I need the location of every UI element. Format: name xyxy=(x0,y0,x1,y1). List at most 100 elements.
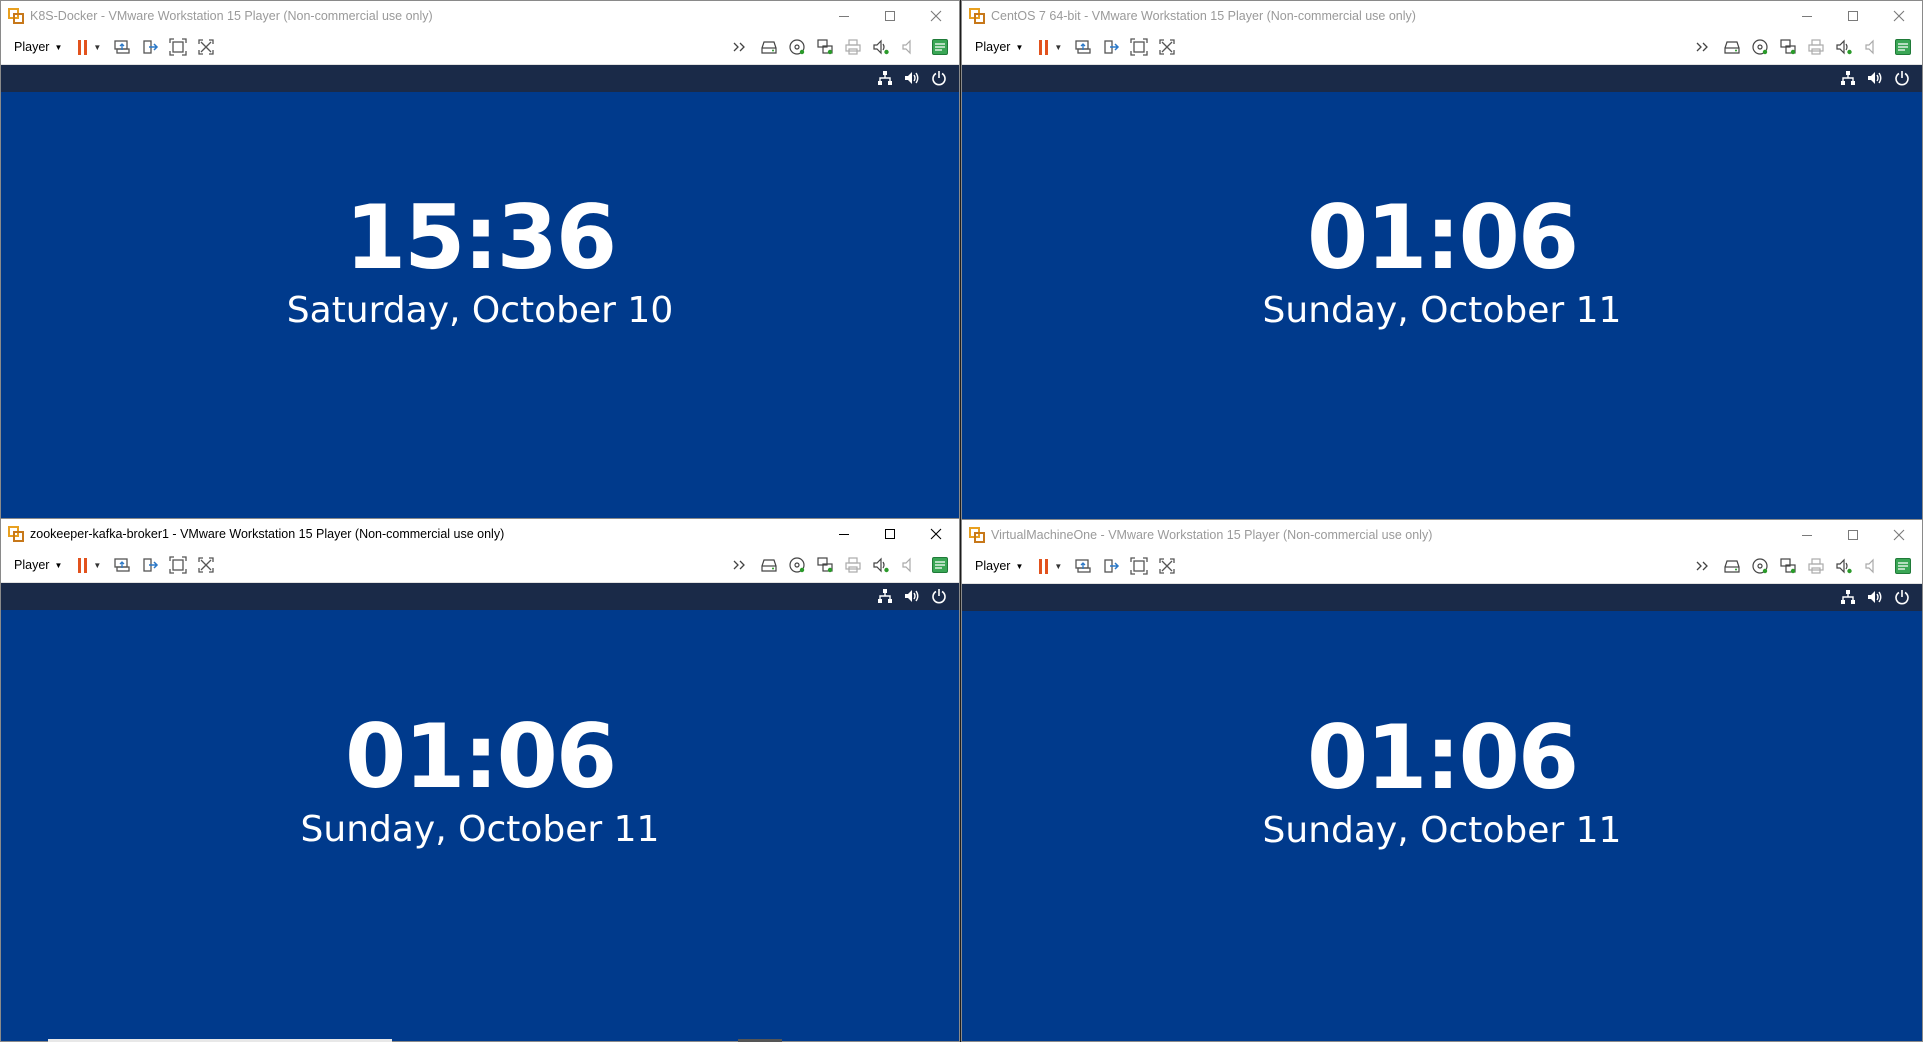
power-icon[interactable] xyxy=(1894,589,1910,605)
cd-dvd-icon xyxy=(789,39,805,55)
maximize-button[interactable] xyxy=(867,519,913,548)
sound-card-button[interactable] xyxy=(1830,553,1858,579)
unity-button[interactable] xyxy=(1153,553,1181,579)
title-bar[interactable]: K8S-Docker - VMware Workstation 15 Playe… xyxy=(1,1,959,30)
guest-lock-screen[interactable]: 01:06 Sunday, October 11 xyxy=(962,92,1922,519)
close-button[interactable] xyxy=(913,519,959,548)
minimize-button[interactable] xyxy=(821,519,867,548)
sound-muted-button[interactable] xyxy=(1858,553,1886,579)
network-icon[interactable] xyxy=(1840,589,1856,605)
unity-button[interactable] xyxy=(1153,34,1181,60)
removable-devices-button[interactable] xyxy=(1097,34,1125,60)
network-icon[interactable] xyxy=(877,70,893,86)
sound-card-button[interactable] xyxy=(867,34,895,60)
power-icon[interactable] xyxy=(931,70,947,86)
network-adapter-button[interactable] xyxy=(811,34,839,60)
player-menu-button[interactable]: Player ▼ xyxy=(973,554,1025,578)
power-icon[interactable] xyxy=(931,588,947,604)
unity-button[interactable] xyxy=(192,34,220,60)
pause-button[interactable]: ▼ xyxy=(1035,34,1069,60)
full-screen-button[interactable] xyxy=(1125,553,1153,579)
title-bar[interactable]: VirtualMachineOne - VMware Workstation 1… xyxy=(962,520,1922,549)
hard-disk-button[interactable] xyxy=(1718,34,1746,60)
cd-dvd-button[interactable] xyxy=(1746,34,1774,60)
player-menu-label: Player xyxy=(975,559,1011,573)
vm-window[interactable]: K8S-Docker - VMware Workstation 15 Playe… xyxy=(0,0,960,520)
title-bar[interactable]: zookeeper-kafka-broker1 - VMware Worksta… xyxy=(1,519,959,548)
hard-disk-button[interactable] xyxy=(755,552,783,578)
unity-button[interactable] xyxy=(192,552,220,578)
guest-top-bar xyxy=(962,65,1922,92)
cd-dvd-button[interactable] xyxy=(1746,553,1774,579)
hard-disk-button[interactable] xyxy=(1718,553,1746,579)
more-devices-button[interactable] xyxy=(1690,553,1718,579)
more-devices-button[interactable] xyxy=(727,552,755,578)
more-devices-button[interactable] xyxy=(727,34,755,60)
maximize-button[interactable] xyxy=(1830,520,1876,549)
network-icon[interactable] xyxy=(877,588,893,604)
minimize-button[interactable] xyxy=(1784,520,1830,549)
full-screen-button[interactable] xyxy=(1125,34,1153,60)
minimize-button[interactable] xyxy=(821,1,867,30)
close-button[interactable] xyxy=(1876,1,1922,30)
more-devices-button[interactable] xyxy=(1690,34,1718,60)
send-ctrl-alt-del-button[interactable] xyxy=(108,34,136,60)
guest-lock-screen[interactable]: 01:06 Sunday, October 11 xyxy=(1,610,959,1041)
maximize-button[interactable] xyxy=(867,1,913,30)
sound-card-button[interactable] xyxy=(867,552,895,578)
removable-devices-button[interactable] xyxy=(136,34,164,60)
volume-icon[interactable] xyxy=(904,70,920,86)
sound-card-button[interactable] xyxy=(1830,34,1858,60)
removable-devices-button[interactable] xyxy=(136,552,164,578)
chevron-down-icon: ▼ xyxy=(1015,561,1024,571)
vm-window[interactable]: zookeeper-kafka-broker1 - VMware Worksta… xyxy=(0,518,960,1042)
pause-button[interactable]: ▼ xyxy=(74,34,108,60)
player-menu-button[interactable]: Player ▼ xyxy=(12,35,64,59)
printer-button[interactable] xyxy=(1802,34,1830,60)
network-adapter-button[interactable] xyxy=(811,552,839,578)
send-ctrl-alt-del-button[interactable] xyxy=(1069,34,1097,60)
cd-dvd-button[interactable] xyxy=(783,34,811,60)
message-log-button[interactable] xyxy=(927,34,953,60)
network-icon[interactable] xyxy=(1840,70,1856,86)
more-devices-icon xyxy=(1696,42,1708,52)
maximize-icon xyxy=(885,10,895,21)
guest-lock-screen[interactable]: 15:36 Saturday, October 10 xyxy=(1,92,959,519)
title-bar[interactable]: CentOS 7 64-bit - VMware Workstation 15 … xyxy=(962,1,1922,30)
minimize-button[interactable] xyxy=(1784,1,1830,30)
guest-lock-screen[interactable]: 01:06 Sunday, October 11 xyxy=(962,611,1922,1041)
send-ctrl-alt-del-button[interactable] xyxy=(1069,553,1097,579)
sound-muted-button[interactable] xyxy=(895,552,923,578)
network-adapter-button[interactable] xyxy=(1774,553,1802,579)
sound-muted-button[interactable] xyxy=(895,34,923,60)
player-menu-button[interactable]: Player ▼ xyxy=(973,35,1025,59)
sound-muted-button[interactable] xyxy=(1858,34,1886,60)
hard-disk-button[interactable] xyxy=(755,34,783,60)
network-adapter-button[interactable] xyxy=(1774,34,1802,60)
close-button[interactable] xyxy=(1876,520,1922,549)
printer-button[interactable] xyxy=(839,34,867,60)
maximize-button[interactable] xyxy=(1830,1,1876,30)
volume-icon[interactable] xyxy=(904,588,920,604)
volume-icon[interactable] xyxy=(1867,589,1883,605)
printer-button[interactable] xyxy=(1802,553,1830,579)
lock-screen-date: Sunday, October 11 xyxy=(300,809,660,850)
player-menu-button[interactable]: Player ▼ xyxy=(12,553,64,577)
close-button[interactable] xyxy=(913,1,959,30)
message-log-button[interactable] xyxy=(1890,553,1916,579)
vm-window[interactable]: CentOS 7 64-bit - VMware Workstation 15 … xyxy=(961,0,1923,520)
printer-button[interactable] xyxy=(839,552,867,578)
removable-devices-button[interactable] xyxy=(1097,553,1125,579)
full-screen-button[interactable] xyxy=(164,34,192,60)
full-screen-button[interactable] xyxy=(164,552,192,578)
send-ctrl-alt-del-button[interactable] xyxy=(108,552,136,578)
pause-icon xyxy=(1039,39,1049,55)
message-log-button[interactable] xyxy=(927,552,953,578)
message-log-button[interactable] xyxy=(1890,34,1916,60)
power-icon[interactable] xyxy=(1894,70,1910,86)
pause-button[interactable]: ▼ xyxy=(74,552,108,578)
cd-dvd-button[interactable] xyxy=(783,552,811,578)
vm-window[interactable]: VirtualMachineOne - VMware Workstation 1… xyxy=(961,519,1923,1042)
volume-icon[interactable] xyxy=(1867,70,1883,86)
pause-button[interactable]: ▼ xyxy=(1035,553,1069,579)
